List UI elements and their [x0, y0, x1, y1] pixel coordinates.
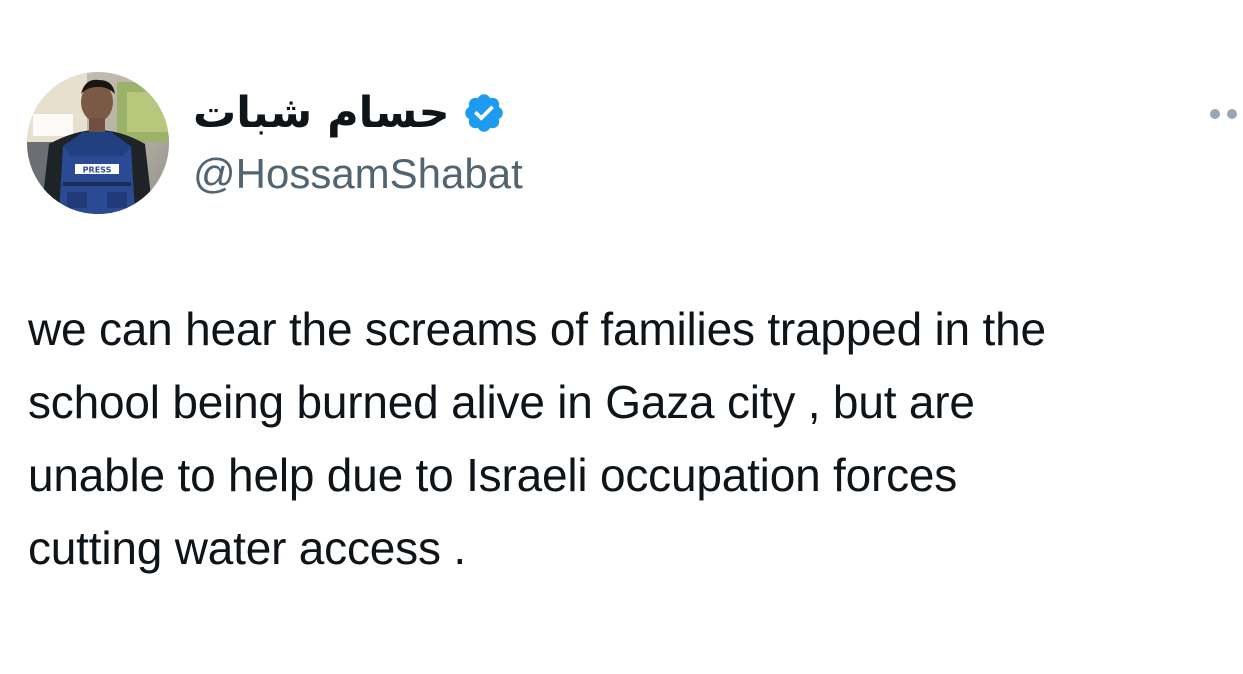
author-handle[interactable]: @HossamShabat	[193, 148, 523, 200]
more-options-icon	[1210, 109, 1220, 119]
avatar[interactable]: PRESS	[27, 72, 169, 214]
more-options-button[interactable]	[1210, 101, 1243, 127]
more-options-icon	[1227, 109, 1237, 119]
avatar-photo: PRESS	[27, 72, 169, 214]
tweet-card: PRESS حسام شبات @HossamShabat we can hea…	[0, 0, 1243, 674]
author-name-row: حسام شبات	[193, 82, 506, 144]
tweet-text: we can hear the screams of families trap…	[28, 303, 1046, 574]
verified-badge-icon[interactable]	[462, 91, 506, 135]
author-display-name[interactable]: حسام شبات	[193, 82, 450, 144]
svg-text:PRESS: PRESS	[83, 166, 112, 175]
